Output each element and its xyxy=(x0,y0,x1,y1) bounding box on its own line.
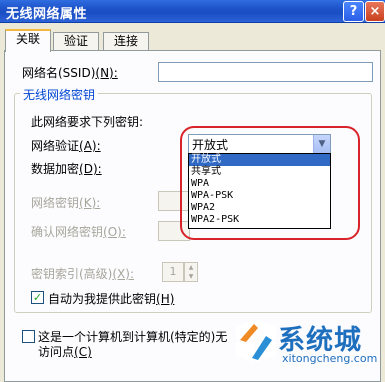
close-button[interactable]: × xyxy=(365,1,385,22)
tab-connection[interactable]: 连接 xyxy=(103,32,149,50)
adhoc-checkbox[interactable] xyxy=(22,330,35,343)
brand-logo-icon xyxy=(236,320,276,362)
auth-label: 网络验证(A): xyxy=(31,139,101,153)
key-index-label: 密钥索引(高级)(X): xyxy=(31,267,135,281)
window-title: 无线网络属性 xyxy=(6,7,88,22)
tab-association[interactable]: 关联 xyxy=(5,29,51,52)
adhoc-label-line2: 访问点(C) xyxy=(38,345,92,359)
requires-key-text: 此网络要求下列密钥: xyxy=(31,115,144,129)
ssid-label: 网络名(SSID)(N): xyxy=(22,66,118,80)
annotation-highlight xyxy=(180,126,360,240)
encryption-label: 数据加密(D): xyxy=(31,162,102,176)
brand-url: xitongcheng.com xyxy=(282,352,378,365)
key-index-input[interactable]: 1 xyxy=(162,262,184,282)
ssid-input[interactable] xyxy=(158,62,373,82)
watermark: 系统城 xitongcheng.com xyxy=(232,318,385,368)
tab-authentication[interactable]: 验证 xyxy=(53,32,99,50)
wireless-key-group-title: 无线网络密钥 xyxy=(20,86,99,103)
network-key-label: 网络密钥(K): xyxy=(31,196,101,210)
confirm-key-label: 确认网络密钥(O): xyxy=(31,225,126,239)
auto-key-label: 自动为我提供此密钥(H) xyxy=(48,292,175,306)
key-index-spinner[interactable]: ▲ ▼ xyxy=(184,262,198,282)
help-button[interactable]: ? xyxy=(343,1,364,22)
auto-key-checkbox[interactable]: ✓ xyxy=(31,291,44,304)
title-bar: 无线网络属性 ? × xyxy=(0,0,385,23)
